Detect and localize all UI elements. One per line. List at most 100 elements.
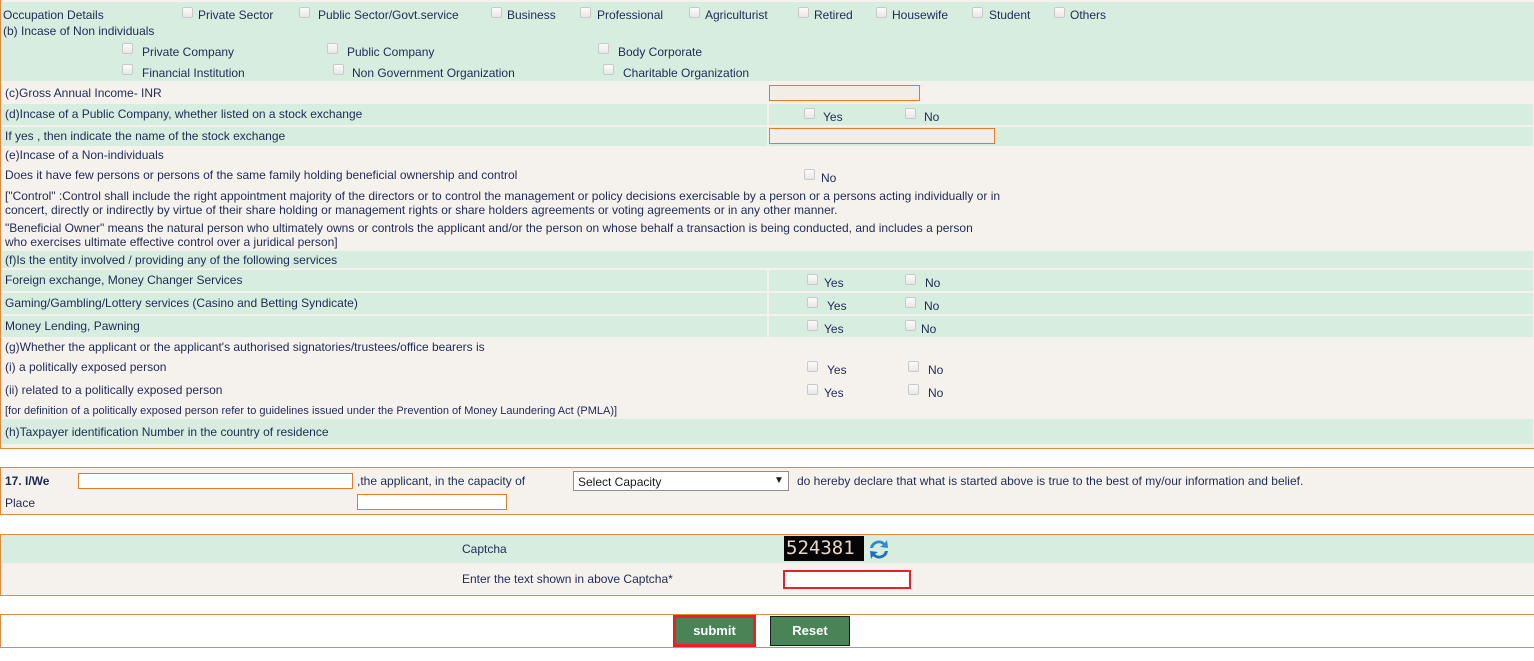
option-ngo: Non Government Organization — [352, 66, 515, 80]
pep-item-label: (ii) related to a politically exposed pe… — [5, 383, 223, 397]
option-others: Others — [1070, 8, 1107, 22]
column-separator — [767, 270, 769, 291]
pep-label: (g)Whether the applicant or the applican… — [5, 340, 485, 354]
stock-exchange-label: If yes , then indicate the name of the s… — [5, 129, 286, 143]
service-yes-label: Yes — [824, 322, 844, 336]
checkbox-others[interactable] — [1054, 7, 1065, 18]
option-business: Business — [507, 8, 556, 22]
captcha-bottom-border — [0, 595, 1534, 596]
option-public-sector: Public Sector/Govt.service — [318, 8, 459, 22]
buttons-bottom-border — [0, 647, 1534, 648]
refresh-icon[interactable] — [866, 537, 892, 562]
option-public-company: Public Company — [347, 45, 435, 59]
pep-related-no-label: No — [928, 386, 944, 400]
checkbox-service-yes[interactable] — [807, 320, 818, 331]
checkbox-charitable-organization[interactable] — [603, 64, 614, 75]
checkbox-public-company[interactable] — [327, 43, 338, 54]
form-bottom-border — [0, 448, 1534, 449]
capacity-select-value: Select Capacity — [578, 475, 662, 489]
reset-button[interactable]: Reset — [770, 616, 850, 646]
option-private-sector: Private Sector — [198, 8, 274, 22]
declaration-top-border — [0, 467, 1534, 468]
option-body-corporate: Body Corporate — [618, 45, 703, 59]
pep-related-yes-label: Yes — [824, 386, 844, 400]
service-no-label: No — [924, 299, 940, 313]
service-label: Gaming/Gambling/Lottery services (Casino… — [5, 296, 358, 310]
checkbox-pep-yes[interactable] — [807, 361, 818, 372]
service-no-label: No — [925, 276, 941, 290]
captcha-label: Captcha — [462, 542, 507, 556]
checkbox-pep-no[interactable] — [908, 361, 919, 372]
captcha-code: 524381 — [786, 537, 855, 559]
checkbox-service-yes[interactable] — [807, 297, 818, 308]
option-charitable-organization: Charitable Organization — [623, 66, 750, 80]
declaration-text: do hereby declare that what is started a… — [797, 474, 1304, 488]
checkbox-professional[interactable] — [580, 7, 591, 18]
pep-yes-label: Yes — [827, 363, 847, 377]
captcha-input-row — [0, 563, 1534, 595]
services-label: (f)Is the entity involved / providing an… — [5, 253, 338, 267]
buttons-top-border — [0, 614, 1534, 615]
checkbox-private-sector[interactable] — [182, 7, 193, 18]
service-yes-label: Yes — [824, 276, 844, 290]
listed-no-label: No — [924, 110, 940, 124]
checkbox-body-corporate[interactable] — [598, 43, 609, 54]
checkbox-financial-institution[interactable] — [122, 64, 133, 75]
checkbox-public-sector[interactable] — [299, 7, 310, 18]
column-separator — [767, 104, 769, 125]
checkbox-retired[interactable] — [798, 7, 809, 18]
option-housewife: Housewife — [892, 8, 949, 22]
captcha-image: 524381 — [784, 536, 864, 561]
checkbox-student[interactable] — [972, 7, 983, 18]
capacity-select[interactable]: Select Capacity ▼ — [573, 471, 789, 491]
option-retired: Retired — [814, 8, 853, 22]
capacity-text: ,the applicant, in the capacity of — [357, 474, 526, 488]
control-definition-line1: ["Control" :Control shall include the ri… — [5, 189, 1001, 203]
non-individuals-label: (b) Incase of Non individuals — [3, 24, 155, 38]
checkbox-service-no[interactable] — [905, 274, 916, 285]
beneficial-owner-definition-line2: who exercises ultimate effective control… — [5, 235, 338, 249]
service-label: Foreign exchange, Money Changer Services — [5, 273, 243, 287]
checkbox-housewife[interactable] — [876, 7, 887, 18]
column-separator — [767, 293, 769, 314]
place-label: Place — [5, 496, 36, 510]
service-label: Money Lending, Pawning — [5, 319, 140, 333]
stock-exchange-input[interactable] — [769, 128, 995, 144]
gross-income-input[interactable] — [769, 85, 920, 101]
checkbox-private-company[interactable] — [122, 43, 133, 54]
checkbox-beneficial-no[interactable] — [804, 169, 815, 180]
checkbox-service-yes[interactable] — [807, 274, 818, 285]
option-private-company: Private Company — [142, 45, 235, 59]
checkbox-listed-yes[interactable] — [804, 108, 815, 119]
pep-definition-note: [for definition of a politically exposed… — [5, 405, 618, 417]
beneficial-owner-definition-line1: "Beneficial Owner" means the natural per… — [5, 221, 973, 235]
captcha-row — [0, 535, 1534, 563]
beneficial-ownership-question: Does it have few persons or persons of t… — [5, 168, 518, 182]
beneficial-no-label: No — [821, 171, 837, 185]
declaration-left-border — [0, 467, 1, 515]
option-professional: Professional — [597, 8, 664, 22]
listed-yes-label: Yes — [823, 110, 843, 124]
pep-no-label: No — [928, 363, 944, 377]
submit-button[interactable]: submit — [673, 615, 756, 647]
place-input[interactable] — [357, 494, 507, 510]
captcha-input[interactable] — [783, 570, 911, 589]
occupation-label: Occupation Details — [3, 8, 104, 22]
buttons-left-border — [0, 614, 1, 648]
option-agriculturist: Agriculturist — [705, 8, 768, 22]
control-definition-line2: concert, directly or indirectly by virtu… — [5, 203, 838, 217]
checkbox-service-no[interactable] — [905, 297, 916, 308]
checkbox-pep-related-yes[interactable] — [807, 384, 818, 395]
checkbox-ngo[interactable] — [333, 64, 344, 75]
checkbox-pep-related-no[interactable] — [908, 384, 919, 395]
service-yes-label: Yes — [827, 299, 847, 313]
listed-label: (d)Incase of a Public Company, whether l… — [5, 107, 363, 121]
checkbox-service-no[interactable] — [905, 320, 916, 331]
non-individuals-e-label: (e)Incase of a Non-individuals — [5, 148, 164, 162]
declarant-name-input[interactable] — [78, 473, 353, 489]
checkbox-agriculturist[interactable] — [689, 7, 700, 18]
checkbox-business[interactable] — [491, 7, 502, 18]
service-no-label: No — [921, 322, 937, 336]
checkbox-listed-no[interactable] — [905, 108, 916, 119]
captcha-enter-label: Enter the text shown in above Captcha* — [462, 572, 673, 586]
